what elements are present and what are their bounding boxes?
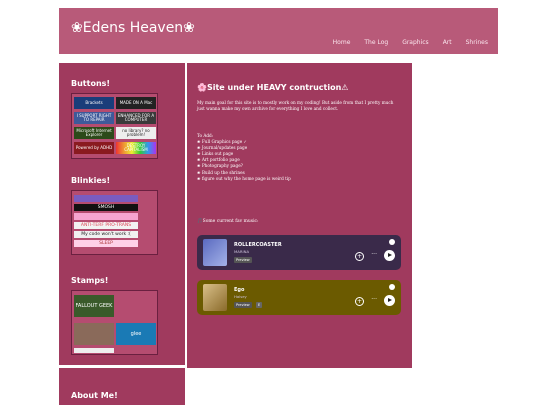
- blinkie: ANTI-TERF PRO-TRANS: [74, 222, 138, 229]
- add-icon[interactable]: +: [355, 297, 364, 306]
- nav-bar: Home The Log Graphics Art Shrines: [333, 39, 488, 46]
- track-artist: MARINA: [234, 249, 250, 254]
- spotify-icon[interactable]: [389, 239, 395, 245]
- stamp-image: glee: [116, 323, 156, 345]
- page-title: 🌸Site under HEAVY contruction⚠: [197, 83, 349, 92]
- badge-button[interactable]: Brackets: [74, 97, 114, 109]
- badge-button[interactable]: Powered by ADHD: [74, 142, 114, 154]
- warning-icon: ⚠: [341, 83, 349, 92]
- more-icon[interactable]: ···: [371, 296, 377, 303]
- todo-list: To Add: ❀ Full Graphics page ✓ ❀ Journal…: [197, 133, 291, 182]
- site-header: ❀Edens Heaven❀ Home The Log Graphics Art…: [59, 8, 498, 54]
- spotify-track-card[interactable]: Ego Halsey Preview E + ···: [197, 280, 401, 315]
- track-artist: Halsey: [234, 294, 247, 299]
- about-panel: About Me!: [59, 368, 185, 405]
- badge-button[interactable]: no library? no problem!: [116, 127, 156, 139]
- track-title: Ego: [234, 287, 245, 293]
- buttons-box: Brackets MADE ON A Mac I SUPPORT RIGHT T…: [71, 93, 158, 159]
- badge-button[interactable]: MADE ON A Mac: [116, 97, 156, 109]
- blinkies-box: SMOSH ANTI-TERF PRO-TRANS My code won't …: [71, 190, 158, 255]
- blinkies-heading: Blinkies!: [71, 176, 111, 185]
- flower-icon: 🌸: [197, 83, 207, 92]
- stamps-heading: Stamps!: [71, 276, 109, 285]
- badge-button[interactable]: I SUPPORT RIGHT TO REPAIR: [74, 112, 114, 124]
- blinkie: SMOSH: [74, 204, 138, 211]
- album-art: [203, 284, 227, 311]
- buttons-heading: Buttons!: [71, 79, 111, 88]
- sidebar: Buttons! Brackets MADE ON A Mac I SUPPOR…: [59, 63, 185, 365]
- nav-shrines[interactable]: Shrines: [466, 39, 488, 46]
- spotify-icon[interactable]: [389, 284, 395, 290]
- blinkie: [74, 195, 138, 202]
- explicit-badge: E: [256, 302, 263, 308]
- intro-text: My main goal for this site is to mostly …: [197, 100, 394, 111]
- site-title: ❀Edens Heaven❀: [71, 20, 195, 36]
- stamp-image: [74, 348, 114, 353]
- blinkie: [74, 213, 138, 220]
- more-icon[interactable]: ···: [371, 251, 377, 258]
- main-content: 🌸Site under HEAVY contruction⚠ My main g…: [187, 63, 412, 368]
- stamp-image: [74, 323, 114, 345]
- nav-art[interactable]: Art: [443, 39, 452, 46]
- play-button[interactable]: [384, 250, 395, 261]
- stamp-image: FALLOUT GEEK: [74, 295, 114, 317]
- nav-the-log[interactable]: The Log: [364, 39, 388, 46]
- nav-graphics[interactable]: Graphics: [402, 39, 429, 46]
- todo-item: ❀ figure out why the home page is weird …: [197, 175, 291, 181]
- add-icon[interactable]: +: [355, 252, 364, 261]
- blinkie: SLEEP: [74, 240, 138, 247]
- preview-badge: Preview: [234, 257, 252, 263]
- stamps-box: FALLOUT GEEK glee: [71, 290, 158, 355]
- badge-button[interactable]: ENHANCED FOR A COMPUTER: [116, 112, 156, 124]
- blinkie: My code won't work :(: [74, 231, 138, 238]
- spotify-track-card[interactable]: ROLLERCOASTER MARINA Preview + ···: [197, 235, 401, 270]
- preview-badge: Preview: [234, 302, 252, 308]
- about-heading: About Me!: [71, 391, 118, 400]
- track-title: ROLLERCOASTER: [234, 242, 282, 248]
- badge-button[interactable]: DESTROY CAPITALISM: [116, 142, 156, 154]
- play-button[interactable]: [384, 295, 395, 306]
- badge-button[interactable]: Microsoft Internet Explorer: [74, 127, 114, 139]
- nav-home[interactable]: Home: [333, 39, 351, 46]
- music-label: 🎵Some current fav music:: [197, 219, 259, 224]
- album-art: [203, 239, 227, 266]
